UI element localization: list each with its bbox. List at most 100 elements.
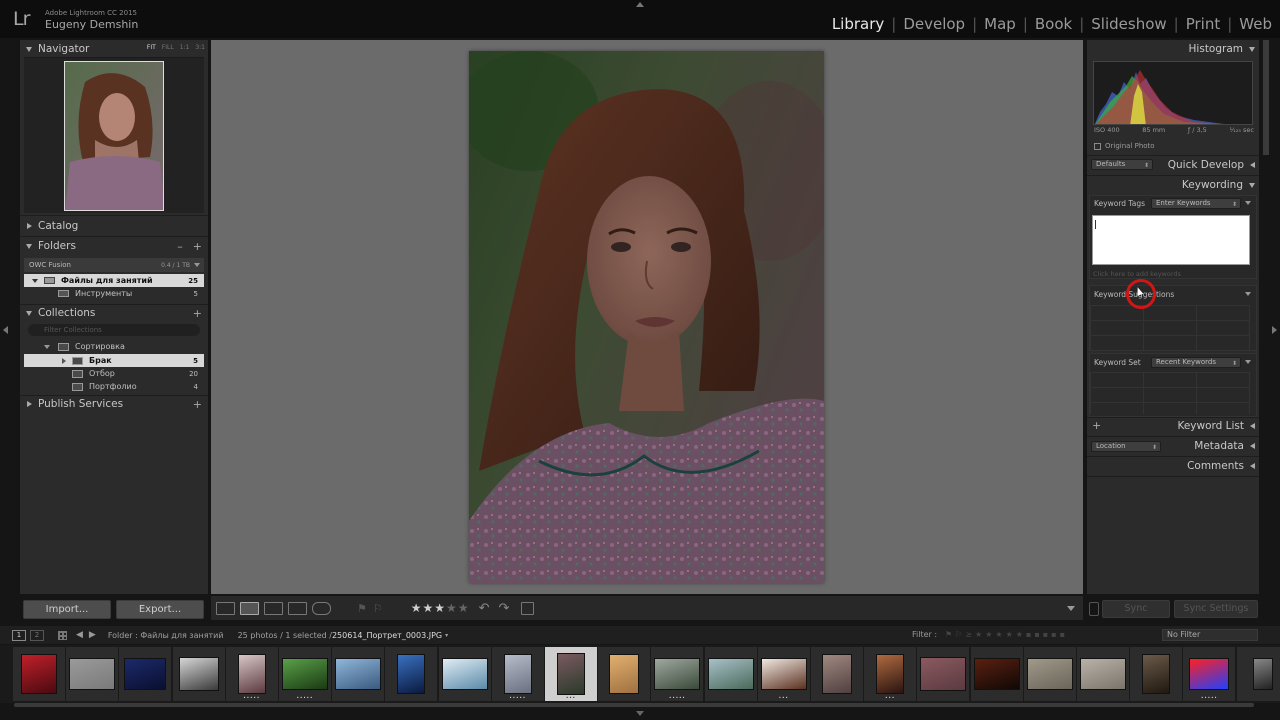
filmstrip-thumbnail[interactable]	[178, 657, 219, 691]
survey-view-icon[interactable]	[288, 601, 307, 615]
histogram-header[interactable]: Histogram	[1087, 40, 1259, 58]
grid-view-icon[interactable]	[216, 601, 235, 615]
sync-button[interactable]: Sync	[1102, 600, 1170, 618]
remove-folder-button[interactable]: –	[177, 240, 183, 253]
add-publish-service-button[interactable]: +	[193, 398, 202, 411]
filmstrip-cell[interactable]	[385, 647, 438, 701]
back-arrow-icon[interactable]: ◀	[76, 630, 83, 640]
filmstrip-thumbnail[interactable]	[124, 658, 167, 690]
star-icon[interactable]: ★	[423, 601, 435, 615]
filmstrip-thumbnail[interactable]	[557, 653, 585, 695]
filmstrip-cell[interactable]: •••••	[279, 647, 331, 701]
keyword-list-header[interactable]: Keyword List	[1087, 417, 1259, 435]
catalog-header[interactable]: Catalog	[20, 217, 208, 235]
filmstrip-cell[interactable]	[172, 647, 225, 701]
section-menu-icon[interactable]	[1245, 201, 1251, 205]
publish-services-header[interactable]: Publish Services +	[20, 395, 208, 413]
keyword-set-grid[interactable]	[1090, 372, 1250, 414]
filter-controls[interactable]: ⚑⚐≥★★★★★▪▪▪▪▪	[945, 630, 1068, 639]
add-collection-button[interactable]: +	[193, 307, 202, 320]
rotate-right-icon[interactable]: ↷	[498, 601, 509, 616]
section-menu-icon[interactable]	[1245, 360, 1251, 364]
filmstrip-cell[interactable]	[1023, 647, 1076, 701]
filmstrip-thumbnail[interactable]	[237, 654, 266, 694]
filmstrip-thumbnail[interactable]	[1026, 658, 1073, 690]
filmstrip-cell[interactable]: •••	[545, 647, 597, 701]
zoom-3-1[interactable]: 3:1	[195, 44, 205, 51]
filmstrip-thumbnail[interactable]	[1252, 658, 1273, 690]
collection-row[interactable]: Портфолио 4	[24, 380, 204, 393]
filmstrip-cell[interactable]	[704, 647, 757, 701]
module-develop[interactable]: Develop	[903, 15, 965, 33]
filmstrip-cell[interactable]: •••	[864, 647, 917, 701]
collapse-top-panel-icon[interactable]	[636, 2, 644, 7]
keyword-set-select[interactable]: Recent Keywords ⬍	[1151, 357, 1241, 368]
filmstrip-cell[interactable]: •••••	[491, 647, 544, 701]
auto-sync-toggle[interactable]	[1089, 602, 1099, 616]
main-window-button[interactable]: 1	[12, 629, 26, 641]
filmstrip-cell[interactable]	[970, 647, 1023, 701]
keyword-entry-textarea[interactable]	[1092, 215, 1250, 265]
main-photo[interactable]	[469, 51, 824, 583]
right-panel-scrollbar[interactable]	[1263, 40, 1269, 155]
filmstrip-thumbnail[interactable]	[441, 658, 488, 690]
filmstrip-cell[interactable]: •••••	[1183, 647, 1236, 701]
filmstrip-thumbnail[interactable]	[707, 658, 754, 690]
import-button[interactable]: Import...	[23, 600, 111, 619]
star-icon[interactable]: ★	[434, 601, 446, 615]
star-icon[interactable]: ★	[458, 601, 470, 615]
collections-header[interactable]: Collections +	[20, 304, 208, 322]
filmstrip-thumbnail[interactable]	[654, 658, 701, 690]
keyword-suggestions-grid[interactable]	[1090, 305, 1250, 350]
filmstrip-cell[interactable]	[1130, 647, 1183, 701]
star-icon[interactable]: ★	[446, 601, 458, 615]
filmstrip-thumbnail[interactable]	[1080, 658, 1126, 690]
filmstrip-thumbnail[interactable]	[282, 658, 328, 690]
filmstrip-cell[interactable]	[1077, 647, 1129, 701]
flag-pick-icon[interactable]: ⚑	[357, 602, 367, 615]
module-library[interactable]: Library	[832, 15, 884, 33]
filmstrip-thumbnail[interactable]	[335, 658, 382, 690]
module-web[interactable]: Web	[1239, 15, 1272, 33]
star-rating[interactable]: ★★★★★	[411, 601, 470, 615]
sync-settings-button[interactable]: Sync Settings	[1174, 600, 1258, 618]
module-map[interactable]: Map	[984, 15, 1016, 33]
module-book[interactable]: Book	[1035, 15, 1072, 33]
zoom-fit[interactable]: FIT	[147, 44, 156, 51]
collection-row[interactable]: Отбор 20	[24, 367, 204, 380]
navigator-thumbnail[interactable]	[64, 61, 164, 211]
module-slideshow[interactable]: Slideshow	[1091, 15, 1166, 33]
filmstrip-thumbnail[interactable]	[876, 654, 905, 694]
crop-icon[interactable]	[521, 601, 535, 615]
filmstrip-cell[interactable]: •••••	[651, 647, 704, 701]
zoom-1-1[interactable]: 1:1	[180, 44, 190, 51]
filmstrip-cell[interactable]	[917, 647, 970, 701]
compare-view-icon[interactable]	[264, 601, 283, 615]
folder-row[interactable]: Инструменты 5	[24, 287, 204, 300]
filmstrip-thumbnail[interactable]	[69, 658, 116, 690]
second-window-button[interactable]: 2	[30, 629, 44, 641]
metadata-header[interactable]: Metadata	[1087, 437, 1259, 455]
rotate-left-icon[interactable]: ↶	[479, 601, 490, 616]
flag-reject-icon[interactable]: ⚐	[373, 602, 383, 615]
filename-menu-icon[interactable]: ▾	[445, 632, 448, 639]
original-photo-toggle[interactable]: Original Photo	[1094, 142, 1155, 150]
zoom-fill[interactable]: FILL	[162, 44, 174, 51]
filmstrip-cell[interactable]	[811, 647, 863, 701]
volume-owc-fusion[interactable]: OWC Fusion 0.4 / 1 TB	[24, 258, 204, 272]
filmstrip-scrollbar[interactable]	[14, 703, 1254, 707]
folder-row[interactable]: Файлы для занятий 25	[24, 274, 204, 287]
keyword-hint[interactable]: Click here to add keywords	[1093, 270, 1181, 278]
collapse-filmstrip-icon[interactable]	[636, 711, 644, 716]
source-path[interactable]: Folder : Файлы для занятий	[108, 631, 224, 640]
filmstrip-cell[interactable]	[119, 647, 172, 701]
collection-row[interactable]: Брак 5	[24, 354, 204, 367]
add-folder-button[interactable]: +	[193, 240, 202, 253]
selected-filename[interactable]: 250614_Портрет_0003.JPG	[332, 631, 442, 640]
filmstrip-cell[interactable]	[13, 647, 65, 701]
filmstrip-thumbnail[interactable]	[973, 658, 1020, 690]
comments-header[interactable]: Comments	[1087, 457, 1259, 475]
filmstrip-cell[interactable]	[332, 647, 385, 701]
collapse-left-panel-icon[interactable]	[3, 326, 8, 334]
grid-icon[interactable]	[58, 630, 67, 640]
